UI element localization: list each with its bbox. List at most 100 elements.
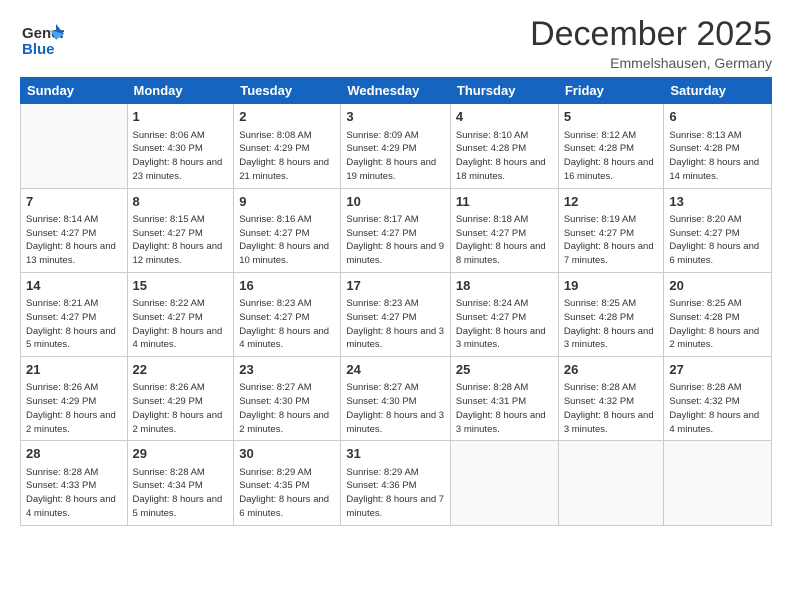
calendar-cell: 21 Sunrise: 8:26 AM Sunset: 4:29 PM Dayli… bbox=[21, 357, 128, 441]
day-number: 23 bbox=[239, 361, 335, 379]
calendar-cell: 16 Sunrise: 8:23 AM Sunset: 4:27 PM Dayli… bbox=[234, 272, 341, 356]
day-info: Sunrise: 8:18 AM Sunset: 4:27 PM Dayligh… bbox=[456, 213, 553, 268]
day-info: Sunrise: 8:09 AM Sunset: 4:29 PM Dayligh… bbox=[346, 129, 445, 184]
day-number: 12 bbox=[564, 193, 659, 211]
day-info: Sunrise: 8:25 AM Sunset: 4:28 PM Dayligh… bbox=[564, 297, 659, 352]
day-info: Sunrise: 8:29 AM Sunset: 4:35 PM Dayligh… bbox=[239, 466, 335, 521]
calendar-week-1: 1 Sunrise: 8:06 AM Sunset: 4:30 PM Daylig… bbox=[21, 104, 772, 188]
calendar-cell: 20Sunrise: 8:25 AM Sunset: 4:28 PM Dayli… bbox=[664, 272, 772, 356]
day-info: Sunrise: 8:13 AM Sunset: 4:28 PM Dayligh… bbox=[669, 129, 766, 184]
calendar-cell: 2 Sunrise: 8:08 AM Sunset: 4:29 PM Daylig… bbox=[234, 104, 341, 188]
day-number: 16 bbox=[239, 277, 335, 295]
calendar-cell bbox=[558, 441, 664, 525]
weekday-header-sunday: Sunday bbox=[21, 78, 128, 104]
day-info: Sunrise: 8:28 AM Sunset: 4:34 PM Dayligh… bbox=[133, 466, 229, 521]
weekday-header-saturday: Saturday bbox=[664, 78, 772, 104]
calendar-week-2: 7 Sunrise: 8:14 AM Sunset: 4:27 PM Daylig… bbox=[21, 188, 772, 272]
day-number: 5 bbox=[564, 108, 659, 126]
day-number: 11 bbox=[456, 193, 553, 211]
calendar-cell: 30 Sunrise: 8:29 AM Sunset: 4:35 PM Dayli… bbox=[234, 441, 341, 525]
title-block: December 2025 Emmelshausen, Germany bbox=[530, 16, 772, 71]
day-number: 7 bbox=[26, 193, 122, 211]
calendar-table: SundayMondayTuesdayWednesdayThursdayFrid… bbox=[20, 77, 772, 525]
day-info: Sunrise: 8:23 AM Sunset: 4:27 PM Dayligh… bbox=[346, 297, 445, 352]
calendar-cell: 3 Sunrise: 8:09 AM Sunset: 4:29 PM Daylig… bbox=[341, 104, 451, 188]
weekday-header-friday: Friday bbox=[558, 78, 664, 104]
day-number: 1 bbox=[133, 108, 229, 126]
weekday-header-tuesday: Tuesday bbox=[234, 78, 341, 104]
calendar-cell: 25 Sunrise: 8:28 AM Sunset: 4:31 PM Dayli… bbox=[450, 357, 558, 441]
calendar-cell: 26 Sunrise: 8:28 AM Sunset: 4:32 PM Dayli… bbox=[558, 357, 664, 441]
calendar-cell bbox=[450, 441, 558, 525]
day-number: 14 bbox=[26, 277, 122, 295]
calendar-cell: 22 Sunrise: 8:26 AM Sunset: 4:29 PM Dayli… bbox=[127, 357, 234, 441]
day-info: Sunrise: 8:15 AM Sunset: 4:27 PM Dayligh… bbox=[133, 213, 229, 268]
day-info: Sunrise: 8:17 AM Sunset: 4:27 PM Dayligh… bbox=[346, 213, 445, 268]
day-number: 4 bbox=[456, 108, 553, 126]
weekday-header-monday: Monday bbox=[127, 78, 234, 104]
calendar-cell: 27 Sunrise: 8:28 AM Sunset: 4:32 PM Dayli… bbox=[664, 357, 772, 441]
logo-icon: General Blue bbox=[20, 16, 64, 60]
day-number: 28 bbox=[26, 445, 122, 463]
day-info: Sunrise: 8:08 AM Sunset: 4:29 PM Dayligh… bbox=[239, 129, 335, 184]
calendar-cell: 15Sunrise: 8:22 AM Sunset: 4:27 PM Dayli… bbox=[127, 272, 234, 356]
day-number: 20 bbox=[669, 277, 766, 295]
day-info: Sunrise: 8:26 AM Sunset: 4:29 PM Dayligh… bbox=[133, 381, 229, 436]
day-number: 10 bbox=[346, 193, 445, 211]
day-number: 31 bbox=[346, 445, 445, 463]
day-info: Sunrise: 8:23 AM Sunset: 4:27 PM Dayligh… bbox=[239, 297, 335, 352]
weekday-header-thursday: Thursday bbox=[450, 78, 558, 104]
calendar-week-5: 28Sunrise: 8:28 AM Sunset: 4:33 PM Dayli… bbox=[21, 441, 772, 525]
day-info: Sunrise: 8:21 AM Sunset: 4:27 PM Dayligh… bbox=[26, 297, 122, 352]
day-number: 27 bbox=[669, 361, 766, 379]
day-info: Sunrise: 8:29 AM Sunset: 4:36 PM Dayligh… bbox=[346, 466, 445, 521]
day-number: 30 bbox=[239, 445, 335, 463]
day-info: Sunrise: 8:14 AM Sunset: 4:27 PM Dayligh… bbox=[26, 213, 122, 268]
day-number: 26 bbox=[564, 361, 659, 379]
day-info: Sunrise: 8:27 AM Sunset: 4:30 PM Dayligh… bbox=[346, 381, 445, 436]
day-number: 9 bbox=[239, 193, 335, 211]
day-number: 24 bbox=[346, 361, 445, 379]
day-number: 15 bbox=[133, 277, 229, 295]
calendar-cell: 4Sunrise: 8:10 AM Sunset: 4:28 PM Daylig… bbox=[450, 104, 558, 188]
calendar-cell: 8 Sunrise: 8:15 AM Sunset: 4:27 PM Daylig… bbox=[127, 188, 234, 272]
calendar-cell: 19Sunrise: 8:25 AM Sunset: 4:28 PM Dayli… bbox=[558, 272, 664, 356]
day-info: Sunrise: 8:20 AM Sunset: 4:27 PM Dayligh… bbox=[669, 213, 766, 268]
day-number: 13 bbox=[669, 193, 766, 211]
month-title: December 2025 bbox=[530, 16, 772, 53]
calendar-cell: 18 Sunrise: 8:24 AM Sunset: 4:27 PM Dayli… bbox=[450, 272, 558, 356]
day-number: 25 bbox=[456, 361, 553, 379]
calendar-cell: 1 Sunrise: 8:06 AM Sunset: 4:30 PM Daylig… bbox=[127, 104, 234, 188]
weekday-header-row: SundayMondayTuesdayWednesdayThursdayFrid… bbox=[21, 78, 772, 104]
day-number: 21 bbox=[26, 361, 122, 379]
page-container: General Blue December 2025 Emmelshausen,… bbox=[0, 0, 792, 536]
day-number: 2 bbox=[239, 108, 335, 126]
calendar-cell: 10 Sunrise: 8:17 AM Sunset: 4:27 PM Dayli… bbox=[341, 188, 451, 272]
calendar-cell: 6Sunrise: 8:13 AM Sunset: 4:28 PM Daylig… bbox=[664, 104, 772, 188]
day-info: Sunrise: 8:24 AM Sunset: 4:27 PM Dayligh… bbox=[456, 297, 553, 352]
day-info: Sunrise: 8:28 AM Sunset: 4:31 PM Dayligh… bbox=[456, 381, 553, 436]
calendar-cell: 23Sunrise: 8:27 AM Sunset: 4:30 PM Dayli… bbox=[234, 357, 341, 441]
day-info: Sunrise: 8:06 AM Sunset: 4:30 PM Dayligh… bbox=[133, 129, 229, 184]
day-number: 18 bbox=[456, 277, 553, 295]
day-info: Sunrise: 8:16 AM Sunset: 4:27 PM Dayligh… bbox=[239, 213, 335, 268]
calendar-cell: 29 Sunrise: 8:28 AM Sunset: 4:34 PM Dayli… bbox=[127, 441, 234, 525]
calendar-cell: 5 Sunrise: 8:12 AM Sunset: 4:28 PM Daylig… bbox=[558, 104, 664, 188]
calendar-cell: 31 Sunrise: 8:29 AM Sunset: 4:36 PM Dayli… bbox=[341, 441, 451, 525]
day-info: Sunrise: 8:28 AM Sunset: 4:32 PM Dayligh… bbox=[564, 381, 659, 436]
day-info: Sunrise: 8:28 AM Sunset: 4:32 PM Dayligh… bbox=[669, 381, 766, 436]
calendar-cell: 17 Sunrise: 8:23 AM Sunset: 4:27 PM Dayli… bbox=[341, 272, 451, 356]
day-info: Sunrise: 8:12 AM Sunset: 4:28 PM Dayligh… bbox=[564, 129, 659, 184]
calendar-week-4: 21 Sunrise: 8:26 AM Sunset: 4:29 PM Dayli… bbox=[21, 357, 772, 441]
day-number: 29 bbox=[133, 445, 229, 463]
day-number: 22 bbox=[133, 361, 229, 379]
calendar-cell: 9 Sunrise: 8:16 AM Sunset: 4:27 PM Daylig… bbox=[234, 188, 341, 272]
location: Emmelshausen, Germany bbox=[530, 55, 772, 71]
day-info: Sunrise: 8:26 AM Sunset: 4:29 PM Dayligh… bbox=[26, 381, 122, 436]
day-number: 17 bbox=[346, 277, 445, 295]
day-number: 3 bbox=[346, 108, 445, 126]
calendar-cell: 14 Sunrise: 8:21 AM Sunset: 4:27 PM Dayli… bbox=[21, 272, 128, 356]
header: General Blue December 2025 Emmelshausen,… bbox=[20, 16, 772, 71]
day-number: 8 bbox=[133, 193, 229, 211]
calendar-cell: 13 Sunrise: 8:20 AM Sunset: 4:27 PM Dayli… bbox=[664, 188, 772, 272]
